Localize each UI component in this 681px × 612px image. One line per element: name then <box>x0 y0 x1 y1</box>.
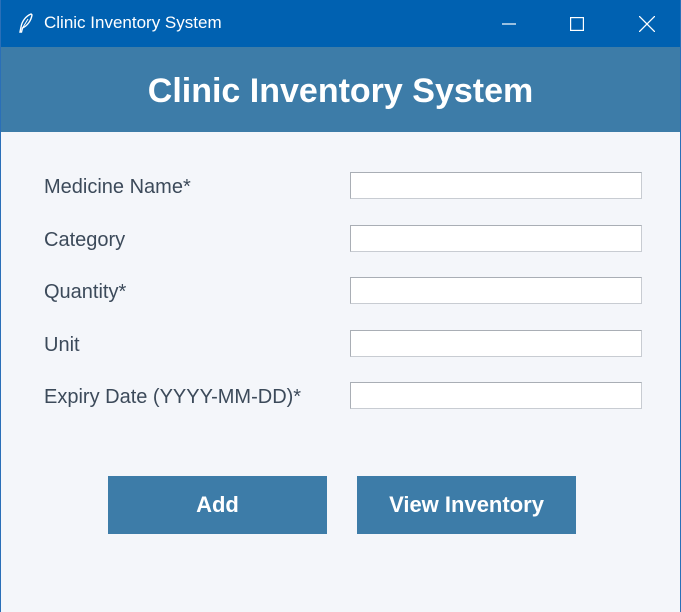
medicine-name-input[interactable] <box>350 172 642 199</box>
header-banner: Clinic Inventory System <box>1 47 680 132</box>
maximize-icon <box>570 16 584 31</box>
unit-label: Unit <box>44 334 80 356</box>
category-input[interactable] <box>350 225 642 252</box>
maximize-button[interactable] <box>542 0 612 47</box>
close-button[interactable] <box>612 0 681 47</box>
minimize-button[interactable] <box>474 0 544 47</box>
page-title: Clinic Inventory System <box>147 72 534 110</box>
close-icon <box>639 15 655 32</box>
feather-icon <box>19 13 33 33</box>
quantity-input[interactable] <box>350 277 642 304</box>
add-button[interactable]: Add <box>108 476 327 534</box>
app-window: Clinic Inventory System Clinic Inventory… <box>0 0 681 612</box>
category-label: Category <box>44 229 126 251</box>
expiry-date-label: Expiry Date (YYYY-MM-DD)* <box>44 386 302 408</box>
unit-input[interactable] <box>350 330 642 357</box>
minimize-icon <box>502 22 516 25</box>
view-inventory-button[interactable]: View Inventory <box>357 476 576 534</box>
expiry-date-input[interactable] <box>350 382 642 409</box>
medicine-name-label: Medicine Name* <box>44 176 191 198</box>
title-bar[interactable]: Clinic Inventory System <box>1 0 680 47</box>
quantity-label: Quantity* <box>44 281 127 303</box>
window-title: Clinic Inventory System <box>44 13 222 32</box>
